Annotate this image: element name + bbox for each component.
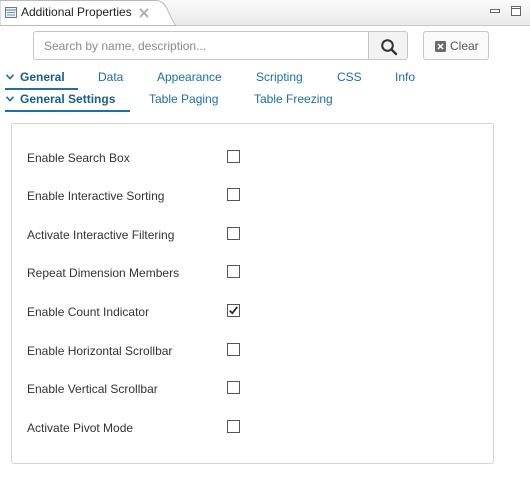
setting-label: Enable Horizontal Scrollbar: [27, 344, 173, 358]
tab-appearance-label: Appearance: [157, 70, 222, 84]
tab-data-label: Data: [98, 70, 124, 84]
setting-row: Activate Interactive Filtering: [12, 226, 493, 246]
search-input[interactable]: [34, 32, 368, 59]
setting-row: Enable Horizontal Scrollbar: [12, 342, 493, 362]
chevron-down-icon: [6, 74, 14, 80]
setting-row: Enable Count Indicator: [12, 303, 493, 323]
chevron-down-icon: [6, 96, 14, 102]
clear-button-label: Clear: [450, 39, 479, 53]
tab-table-freezing-label: Table Freezing: [254, 92, 333, 106]
minimize-icon[interactable]: [489, 5, 501, 20]
search-icon: [381, 39, 398, 56]
search-button[interactable]: [368, 31, 408, 60]
view-tab-additional-properties[interactable]: Additional Properties: [0, 0, 176, 26]
main-tab-bar: General Data Appearance Scripting CSS In…: [0, 70, 530, 88]
search-field[interactable]: [33, 31, 368, 60]
activate-pivot-mode-checkbox[interactable]: [227, 420, 240, 433]
setting-label: Enable Vertical Scrollbar: [27, 382, 158, 396]
view-title-bar: Additional Properties: [0, 0, 530, 26]
setting-row: Enable Interactive Sorting: [12, 187, 493, 207]
tab-css-label: CSS: [337, 70, 362, 84]
activate-interactive-filtering-checkbox[interactable]: [227, 227, 240, 240]
tab-general-label: General: [20, 70, 65, 84]
sub-tab-bar: General Settings Table Paging Table Free…: [0, 92, 530, 110]
setting-label: Activate Pivot Mode: [27, 421, 134, 435]
enable-count-indicator-checkbox[interactable]: [227, 304, 240, 317]
setting-label: Enable Count Indicator: [27, 305, 150, 319]
setting-row: Enable Search Box: [12, 149, 493, 169]
tab-table-paging-label: Table Paging: [149, 92, 219, 106]
close-x-icon[interactable]: [139, 7, 149, 21]
tab-scripting-label: Scripting: [256, 70, 303, 84]
enable-horizontal-scrollbar-checkbox[interactable]: [227, 343, 240, 356]
setting-label: Repeat Dimension Members: [27, 266, 180, 280]
maximize-icon[interactable]: [510, 5, 522, 20]
repeat-dimension-members-checkbox[interactable]: [227, 265, 240, 278]
setting-label: Enable Search Box: [27, 151, 130, 165]
active-tab-indicator: [5, 88, 78, 90]
clear-x-icon: [435, 41, 446, 52]
tab-info-label: Info: [395, 70, 416, 84]
active-subtab-indicator: [5, 110, 130, 112]
setting-row: Repeat Dimension Members: [12, 264, 493, 284]
enable-search-box-checkbox[interactable]: [227, 150, 240, 163]
enable-interactive-sorting-checkbox[interactable]: [227, 188, 240, 201]
setting-label: Enable Interactive Sorting: [27, 189, 165, 203]
tab-general-settings-label: General Settings: [20, 92, 116, 106]
enable-vertical-scrollbar-checkbox[interactable]: [227, 381, 240, 394]
view-title: Additional Properties: [21, 5, 132, 19]
setting-row: Activate Pivot Mode: [12, 419, 493, 439]
properties-view-icon: [5, 7, 17, 21]
general-settings-panel: Enable Search Box Enable Interactive Sor…: [11, 123, 494, 464]
setting-row: Enable Vertical Scrollbar: [12, 380, 493, 400]
checkmark-icon: [229, 306, 238, 315]
clear-button[interactable]: Clear: [423, 31, 489, 60]
setting-label: Activate Interactive Filtering: [27, 228, 175, 242]
